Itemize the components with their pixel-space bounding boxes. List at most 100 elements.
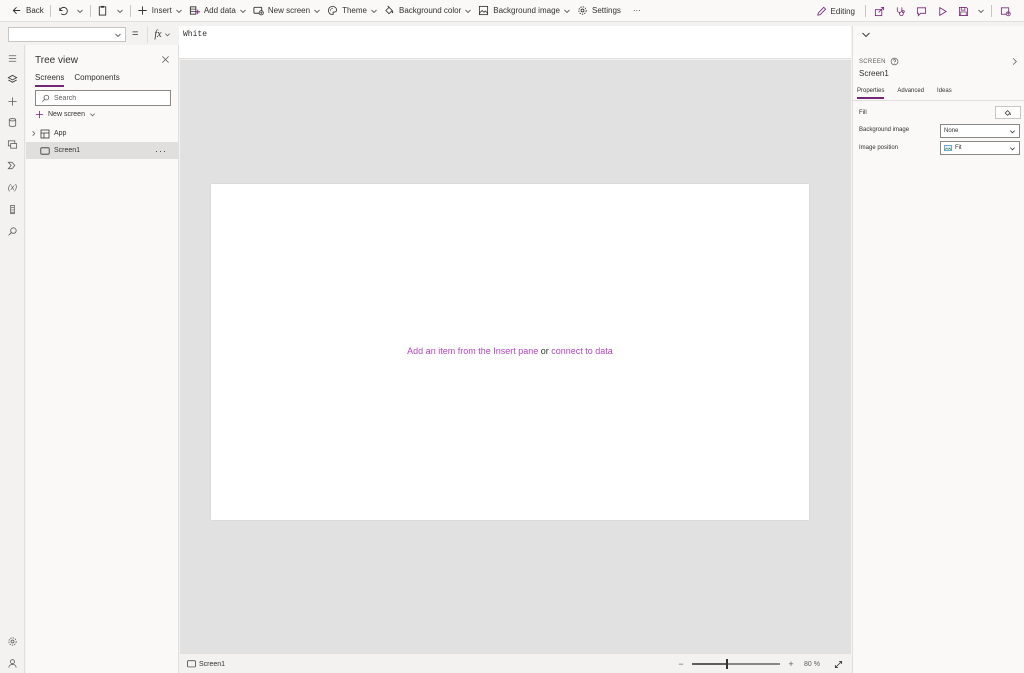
chevron-down-icon xyxy=(116,9,123,13)
toolbar-divider xyxy=(865,5,866,17)
variables-button[interactable]: (x) xyxy=(0,177,25,197)
insert-button[interactable]: Insert xyxy=(134,0,186,22)
share-button[interactable] xyxy=(869,0,890,22)
formula-input[interactable]: White xyxy=(179,26,851,59)
property-dropdown[interactable] xyxy=(8,27,126,42)
add-data-label: Add data xyxy=(203,6,236,15)
zoom-controls: − + 80 % xyxy=(676,657,843,671)
undo-button[interactable] xyxy=(54,0,87,22)
properties-divider xyxy=(853,100,1024,101)
search-pane-button[interactable] xyxy=(0,221,25,241)
left-rail: (x) xyxy=(0,45,25,673)
screen-icon xyxy=(187,660,196,668)
tree-new-screen-button[interactable]: New screen xyxy=(35,110,96,119)
tab-properties[interactable]: Properties xyxy=(857,88,885,99)
theme-button[interactable]: Theme xyxy=(324,0,381,22)
image-icon xyxy=(944,145,952,151)
tree-tabs: Screens Components xyxy=(35,73,130,87)
toolbar-right-group: Editing xyxy=(813,0,1016,22)
comment-icon xyxy=(916,6,927,17)
editing-mode-button[interactable]: Editing xyxy=(813,0,858,22)
tree-search-input[interactable] xyxy=(54,94,164,102)
database-icon xyxy=(189,5,200,16)
status-screen-selector[interactable]: Screen1 xyxy=(187,660,225,668)
fit-to-window-icon[interactable] xyxy=(834,660,843,669)
status-bar: Screen1 − + 80 % xyxy=(180,653,851,673)
insert-pane-button[interactable] xyxy=(0,91,25,111)
tree-view-button[interactable] xyxy=(0,69,25,89)
zoom-out-button[interactable]: − xyxy=(676,659,686,669)
app-checker-button[interactable] xyxy=(890,0,911,22)
hint-or-text: or xyxy=(538,346,552,356)
control-type-label: SCREEN xyxy=(859,58,886,65)
new-screen-button[interactable]: New screen xyxy=(250,0,324,22)
toolbox-icon xyxy=(10,204,15,214)
tree-item-screen1[interactable]: Screen1 ··· xyxy=(26,142,179,159)
hamburger-icon xyxy=(8,54,17,62)
chevron-down-icon xyxy=(90,113,95,117)
comments-button[interactable] xyxy=(911,0,932,22)
settings-button[interactable]: Settings xyxy=(574,0,624,22)
background-color-button[interactable]: Background color xyxy=(381,0,475,22)
toolbar-divider xyxy=(89,4,91,17)
settings-label: Settings xyxy=(591,6,621,15)
data-pane-button[interactable] xyxy=(0,112,25,132)
layers-icon xyxy=(7,74,18,83)
canvas-area: Add an item from the Insert pane or conn… xyxy=(180,60,851,653)
connect-data-link[interactable]: connect to data xyxy=(551,346,613,356)
chevron-down-icon xyxy=(240,9,246,13)
menu-button[interactable] xyxy=(0,48,25,68)
tab-screens[interactable]: Screens xyxy=(35,73,65,87)
fx-icon: fx xyxy=(154,29,162,40)
settings-rail-button[interactable] xyxy=(0,631,25,651)
advanced-tools-button[interactable] xyxy=(0,199,25,219)
theme-label: Theme xyxy=(342,6,367,15)
background-image-label: Background image xyxy=(859,127,910,133)
tab-advanced[interactable]: Advanced xyxy=(897,88,924,99)
screen-canvas[interactable]: Add an item from the Insert pane or conn… xyxy=(211,184,809,520)
zoom-slider[interactable] xyxy=(692,657,781,671)
back-button[interactable]: Back xyxy=(8,0,47,22)
power-automate-button[interactable] xyxy=(0,155,25,175)
media-pane-button[interactable] xyxy=(0,134,25,154)
chevron-down-icon[interactable] xyxy=(861,30,871,40)
publish-button[interactable] xyxy=(995,0,1016,22)
zoom-in-button[interactable]: + xyxy=(786,659,796,669)
add-data-button[interactable]: Add data xyxy=(186,0,250,22)
zoom-slider-fill xyxy=(692,663,728,665)
more-options-button[interactable]: ··· xyxy=(155,146,167,156)
chevron-down-icon xyxy=(115,33,121,38)
virtual-agent-button[interactable] xyxy=(0,653,25,673)
fill-color-button[interactable] xyxy=(995,106,1021,119)
more-commands-button[interactable]: ··· xyxy=(630,0,644,22)
background-image-button[interactable]: Background image xyxy=(475,0,574,22)
zoom-slider-thumb[interactable] xyxy=(726,659,729,669)
new-screen-icon xyxy=(253,5,264,16)
close-icon[interactable] xyxy=(161,55,170,64)
save-button[interactable] xyxy=(953,0,974,22)
tree-view-title: Tree view xyxy=(35,55,78,66)
equals-sign: = xyxy=(132,28,139,40)
paste-button[interactable] xyxy=(94,0,127,22)
image-position-dropdown[interactable]: Fit xyxy=(940,141,1020,155)
plus-icon xyxy=(137,5,148,16)
toolbar-divider xyxy=(991,5,992,17)
insert-pane-link[interactable]: Add an item from the Insert pane xyxy=(407,346,538,356)
background-image-dropdown[interactable]: None xyxy=(940,124,1020,138)
chevron-down-icon xyxy=(371,9,377,13)
save-options-button[interactable] xyxy=(974,0,988,22)
chevron-right-icon[interactable] xyxy=(1010,57,1019,66)
tree-item-app[interactable]: App xyxy=(26,125,179,142)
fill-label: Fill xyxy=(859,110,867,116)
chevron-right-icon[interactable] xyxy=(30,130,37,137)
tab-components[interactable]: Components xyxy=(74,73,119,87)
insert-label: Insert xyxy=(151,6,172,15)
help-icon[interactable] xyxy=(890,57,899,66)
media-icon xyxy=(7,139,18,149)
preview-button[interactable] xyxy=(932,0,953,22)
paint-bucket-icon xyxy=(384,5,395,16)
control-type: SCREEN xyxy=(859,57,899,66)
image-position-value: Fit xyxy=(955,145,962,151)
tab-ideas[interactable]: Ideas xyxy=(937,88,952,99)
function-button[interactable]: fx xyxy=(147,26,177,43)
